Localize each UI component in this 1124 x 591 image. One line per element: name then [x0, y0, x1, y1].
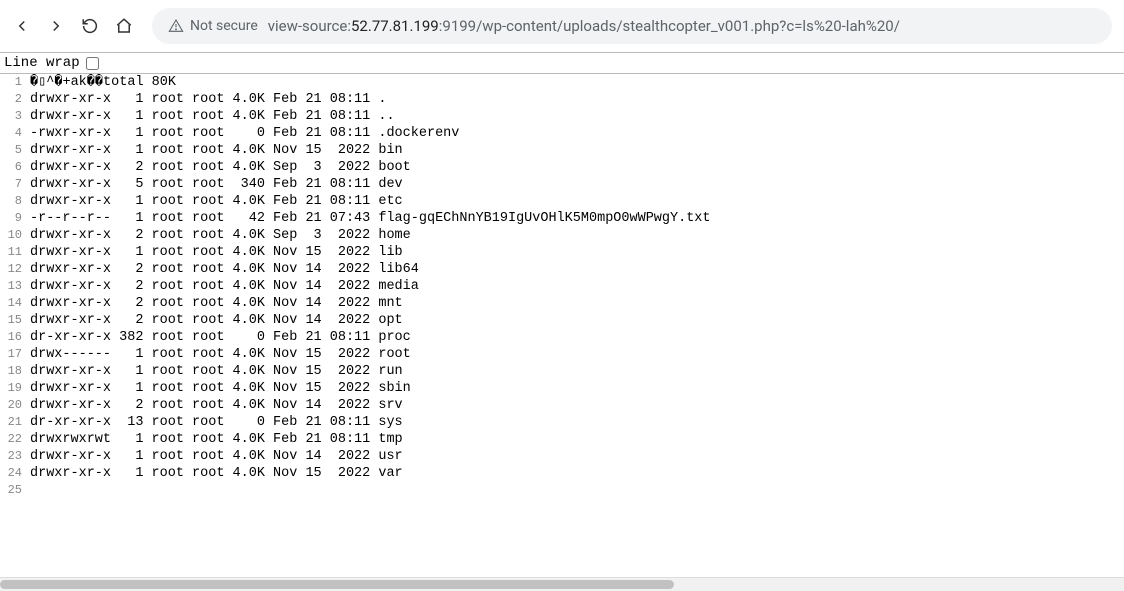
- line-content: -r--r--r-- 1 root root 42 Feb 21 07:43 f…: [28, 210, 1124, 227]
- line-number: 9: [0, 210, 28, 227]
- line-number: 25: [0, 482, 28, 499]
- source-line: 3drwxr-xr-x 1 root root 4.0K Feb 21 08:1…: [0, 108, 1124, 125]
- line-number: 4: [0, 125, 28, 142]
- source-line: 15drwxr-xr-x 2 root root 4.0K Nov 14 202…: [0, 312, 1124, 329]
- line-content: �▯^�+ak��total 80K: [28, 74, 1124, 91]
- source-line: 13drwxr-xr-x 2 root root 4.0K Nov 14 202…: [0, 278, 1124, 295]
- line-content: drwxr-xr-x 2 root root 4.0K Sep 3 2022 h…: [28, 227, 1124, 244]
- source-line: 12drwxr-xr-x 2 root root 4.0K Nov 14 202…: [0, 261, 1124, 278]
- line-number: 12: [0, 261, 28, 278]
- line-content: drwxr-xr-x 1 root root 4.0K Nov 15 2022 …: [28, 465, 1124, 482]
- source-line: 4-rwxr-xr-x 1 root root 0 Feb 21 08:11 .…: [0, 125, 1124, 142]
- source-header: Line wrap: [0, 52, 1124, 74]
- source-line: 2drwxr-xr-x 1 root root 4.0K Feb 21 08:1…: [0, 91, 1124, 108]
- line-number: 18: [0, 363, 28, 380]
- line-content: drwxr-xr-x 2 root root 4.0K Nov 14 2022 …: [28, 261, 1124, 278]
- line-content: drwx------ 1 root root 4.0K Nov 15 2022 …: [28, 346, 1124, 363]
- line-content: drwxr-xr-x 2 root root 4.0K Nov 14 2022 …: [28, 278, 1124, 295]
- line-content: drwxr-xr-x 1 root root 4.0K Nov 15 2022 …: [28, 380, 1124, 397]
- source-line: 25: [0, 482, 1124, 499]
- source-line: 19drwxr-xr-x 1 root root 4.0K Nov 15 202…: [0, 380, 1124, 397]
- line-content: drwxr-xr-x 2 root root 4.0K Sep 3 2022 b…: [28, 159, 1124, 176]
- line-number: 21: [0, 414, 28, 431]
- source-line: 8drwxr-xr-x 1 root root 4.0K Feb 21 08:1…: [0, 193, 1124, 210]
- line-content: drwxr-xr-x 1 root root 4.0K Feb 21 08:11…: [28, 193, 1124, 210]
- line-content: drwxr-xr-x 1 root root 4.0K Nov 15 2022 …: [28, 244, 1124, 261]
- line-number: 24: [0, 465, 28, 482]
- line-content: drwxr-xr-x 1 root root 4.0K Nov 14 2022 …: [28, 448, 1124, 465]
- source-line: 7drwxr-xr-x 5 root root 340 Feb 21 08:11…: [0, 176, 1124, 193]
- line-number: 13: [0, 278, 28, 295]
- line-content: [28, 482, 1124, 499]
- browser-toolbar: Not secure view-source:52.77.81.199:9199…: [0, 0, 1124, 52]
- source-table: 1�▯^�+ak��total 80K2drwxr-xr-x 1 root ro…: [0, 74, 1124, 499]
- line-number: 6: [0, 159, 28, 176]
- source-line: 5drwxr-xr-x 1 root root 4.0K Nov 15 2022…: [0, 142, 1124, 159]
- line-number: 10: [0, 227, 28, 244]
- line-number: 1: [0, 74, 28, 91]
- source-line: 16dr-xr-xr-x 382 root root 0 Feb 21 08:1…: [0, 329, 1124, 346]
- reload-icon[interactable]: [80, 16, 100, 36]
- not-secure-label: Not secure: [190, 18, 258, 34]
- source-line: 17drwx------ 1 root root 4.0K Nov 15 202…: [0, 346, 1124, 363]
- source-line: 21dr-xr-xr-x 13 root root 0 Feb 21 08:11…: [0, 414, 1124, 431]
- horizontal-scrollbar[interactable]: [0, 577, 1124, 591]
- source-line: 6drwxr-xr-x 2 root root 4.0K Sep 3 2022 …: [0, 159, 1124, 176]
- line-number: 14: [0, 295, 28, 312]
- source-line: 11drwxr-xr-x 1 root root 4.0K Nov 15 202…: [0, 244, 1124, 261]
- source-line: 14drwxr-xr-x 2 root root 4.0K Nov 14 202…: [0, 295, 1124, 312]
- line-number: 20: [0, 397, 28, 414]
- warning-icon: [168, 18, 184, 34]
- source-line: 1�▯^�+ak��total 80K: [0, 74, 1124, 91]
- line-number: 17: [0, 346, 28, 363]
- line-content: drwxr-xr-x 5 root root 340 Feb 21 08:11 …: [28, 176, 1124, 193]
- line-number: 16: [0, 329, 28, 346]
- line-number: 8: [0, 193, 28, 210]
- line-wrap-checkbox[interactable]: [86, 57, 99, 70]
- line-content: -rwxr-xr-x 1 root root 0 Feb 21 08:11 .d…: [28, 125, 1124, 142]
- url-display: view-source:52.77.81.199:9199/wp-content…: [268, 17, 900, 35]
- line-number: 22: [0, 431, 28, 448]
- line-content: dr-xr-xr-x 13 root root 0 Feb 21 08:11 s…: [28, 414, 1124, 431]
- line-content: dr-xr-xr-x 382 root root 0 Feb 21 08:11 …: [28, 329, 1124, 346]
- source-line: 9-r--r--r-- 1 root root 42 Feb 21 07:43 …: [0, 210, 1124, 227]
- forward-icon[interactable]: [46, 16, 66, 36]
- source-line: 24drwxr-xr-x 1 root root 4.0K Nov 15 202…: [0, 465, 1124, 482]
- line-content: drwxr-xr-x 2 root root 4.0K Nov 14 2022 …: [28, 295, 1124, 312]
- source-line: 23drwxr-xr-x 1 root root 4.0K Nov 14 202…: [0, 448, 1124, 465]
- line-wrap-label: Line wrap: [4, 55, 80, 71]
- line-content: drwxr-xr-x 1 root root 4.0K Feb 21 08:11…: [28, 108, 1124, 125]
- line-content: drwxr-xr-x 2 root root 4.0K Nov 14 2022 …: [28, 397, 1124, 414]
- line-content: drwxrwxrwt 1 root root 4.0K Feb 21 08:11…: [28, 431, 1124, 448]
- line-content: drwxr-xr-x 1 root root 4.0K Nov 15 2022 …: [28, 142, 1124, 159]
- line-number: 5: [0, 142, 28, 159]
- source-line: 22drwxrwxrwt 1 root root 4.0K Feb 21 08:…: [0, 431, 1124, 448]
- source-line: 20drwxr-xr-x 2 root root 4.0K Nov 14 202…: [0, 397, 1124, 414]
- back-icon[interactable]: [12, 16, 32, 36]
- line-content: drwxr-xr-x 1 root root 4.0K Nov 15 2022 …: [28, 363, 1124, 380]
- scrollbar-thumb[interactable]: [0, 580, 674, 589]
- line-number: 11: [0, 244, 28, 261]
- address-bar[interactable]: Not secure view-source:52.77.81.199:9199…: [152, 8, 1112, 44]
- line-number: 15: [0, 312, 28, 329]
- security-indicator[interactable]: Not secure: [168, 18, 258, 34]
- nav-buttons: [12, 16, 134, 36]
- line-number: 2: [0, 91, 28, 108]
- source-content: 1�▯^�+ak��total 80K2drwxr-xr-x 1 root ro…: [0, 74, 1124, 591]
- source-line: 18drwxr-xr-x 1 root root 4.0K Nov 15 202…: [0, 363, 1124, 380]
- line-number: 23: [0, 448, 28, 465]
- line-number: 3: [0, 108, 28, 125]
- line-number: 7: [0, 176, 28, 193]
- line-number: 19: [0, 380, 28, 397]
- source-line: 10drwxr-xr-x 2 root root 4.0K Sep 3 2022…: [0, 227, 1124, 244]
- home-icon[interactable]: [114, 16, 134, 36]
- line-content: drwxr-xr-x 1 root root 4.0K Feb 21 08:11…: [28, 91, 1124, 108]
- line-content: drwxr-xr-x 2 root root 4.0K Nov 14 2022 …: [28, 312, 1124, 329]
